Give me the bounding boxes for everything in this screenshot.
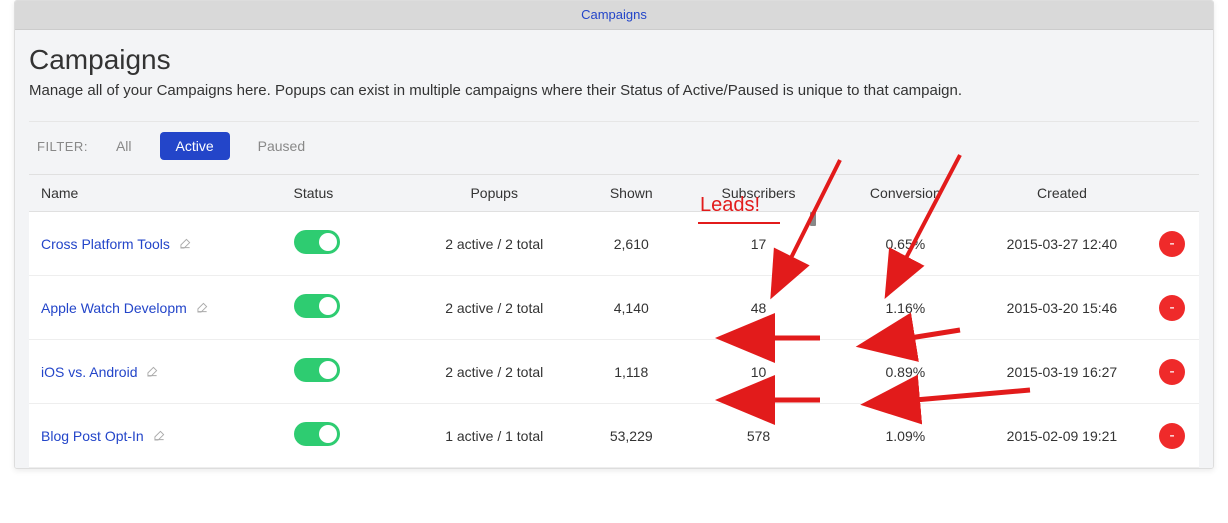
page-description: Manage all of your Campaigns here. Popup… [29, 82, 1199, 99]
delete-button[interactable]: - [1159, 359, 1185, 385]
cell-subscribers: 10 [685, 364, 832, 380]
filter-all[interactable]: All [116, 138, 132, 154]
cell-popups: 2 active / 2 total [411, 364, 577, 380]
table-row: iOS vs. Android 2 active / 2 total 1,118… [29, 340, 1199, 404]
page-title: Campaigns [29, 44, 1199, 76]
filter-label: FILTER: [37, 139, 88, 154]
cell-shown: 53,229 [577, 428, 685, 444]
table-row: Blog Post Opt-In 1 active / 1 total 53,2… [29, 404, 1199, 468]
edit-icon[interactable] [154, 430, 165, 444]
campaigns-panel: Campaigns Campaigns Manage all of your C… [14, 0, 1214, 469]
campaign-name-link[interactable]: iOS vs. Android [41, 364, 138, 380]
cell-conversion: 0.89% [832, 364, 979, 380]
campaign-name-link[interactable]: Cross Platform Tools [41, 236, 170, 252]
cell-conversion: 1.16% [832, 300, 979, 316]
status-toggle[interactable] [294, 422, 340, 446]
edit-icon[interactable] [180, 238, 191, 252]
col-popups[interactable]: Popups [411, 185, 577, 201]
cell-shown: 1,118 [577, 364, 685, 380]
table-row: Cross Platform Tools 2 active / 2 total … [29, 212, 1199, 276]
delete-button[interactable]: - [1159, 231, 1185, 257]
status-toggle[interactable] [294, 230, 340, 254]
table-header: Name Status Popups Shown Subscribers Con… [29, 174, 1199, 212]
delete-button[interactable]: - [1159, 295, 1185, 321]
campaigns-table: Name Status Popups Shown Subscribers Con… [29, 174, 1199, 468]
cell-subscribers: 48 [685, 300, 832, 316]
table-row: Apple Watch Developm 2 active / 2 total … [29, 276, 1199, 340]
delete-button[interactable]: - [1159, 423, 1185, 449]
edit-icon[interactable] [197, 302, 208, 316]
cell-conversion: 0.65% [832, 236, 979, 252]
cell-conversion: 1.09% [832, 428, 979, 444]
cell-shown: 2,610 [577, 236, 685, 252]
cell-created: 2015-02-09 19:21 [979, 428, 1145, 444]
cell-created: 2015-03-20 15:46 [979, 300, 1145, 316]
col-created[interactable]: Created [979, 185, 1145, 201]
cell-created: 2015-03-19 16:27 [979, 364, 1145, 380]
col-subscribers[interactable]: Subscribers [685, 185, 832, 201]
top-tab-campaigns[interactable]: Campaigns [581, 7, 647, 22]
cell-popups: 1 active / 1 total [411, 428, 577, 444]
col-name[interactable]: Name [29, 185, 294, 201]
top-tab-bar: Campaigns [15, 1, 1213, 30]
edit-icon[interactable] [147, 366, 158, 380]
cell-subscribers: 578 [685, 428, 832, 444]
filter-paused[interactable]: Paused [258, 138, 305, 154]
campaign-name-link[interactable]: Apple Watch Developm [41, 300, 187, 316]
filter-row: FILTER: All Active Paused [29, 121, 1199, 174]
cell-popups: 2 active / 2 total [411, 300, 577, 316]
col-conversion[interactable]: Conversion [832, 185, 979, 201]
campaign-name-link[interactable]: Blog Post Opt-In [41, 428, 144, 444]
status-toggle[interactable] [294, 358, 340, 382]
cell-subscribers: 17 [685, 236, 832, 252]
cell-popups: 2 active / 2 total [411, 236, 577, 252]
content-area: Campaigns Manage all of your Campaigns h… [15, 30, 1213, 468]
col-action [1145, 185, 1199, 201]
cell-shown: 4,140 [577, 300, 685, 316]
col-status[interactable]: Status [294, 185, 411, 201]
filter-active[interactable]: Active [160, 132, 230, 160]
col-shown[interactable]: Shown [577, 185, 685, 201]
status-toggle[interactable] [294, 294, 340, 318]
cell-created: 2015-03-27 12:40 [979, 236, 1145, 252]
